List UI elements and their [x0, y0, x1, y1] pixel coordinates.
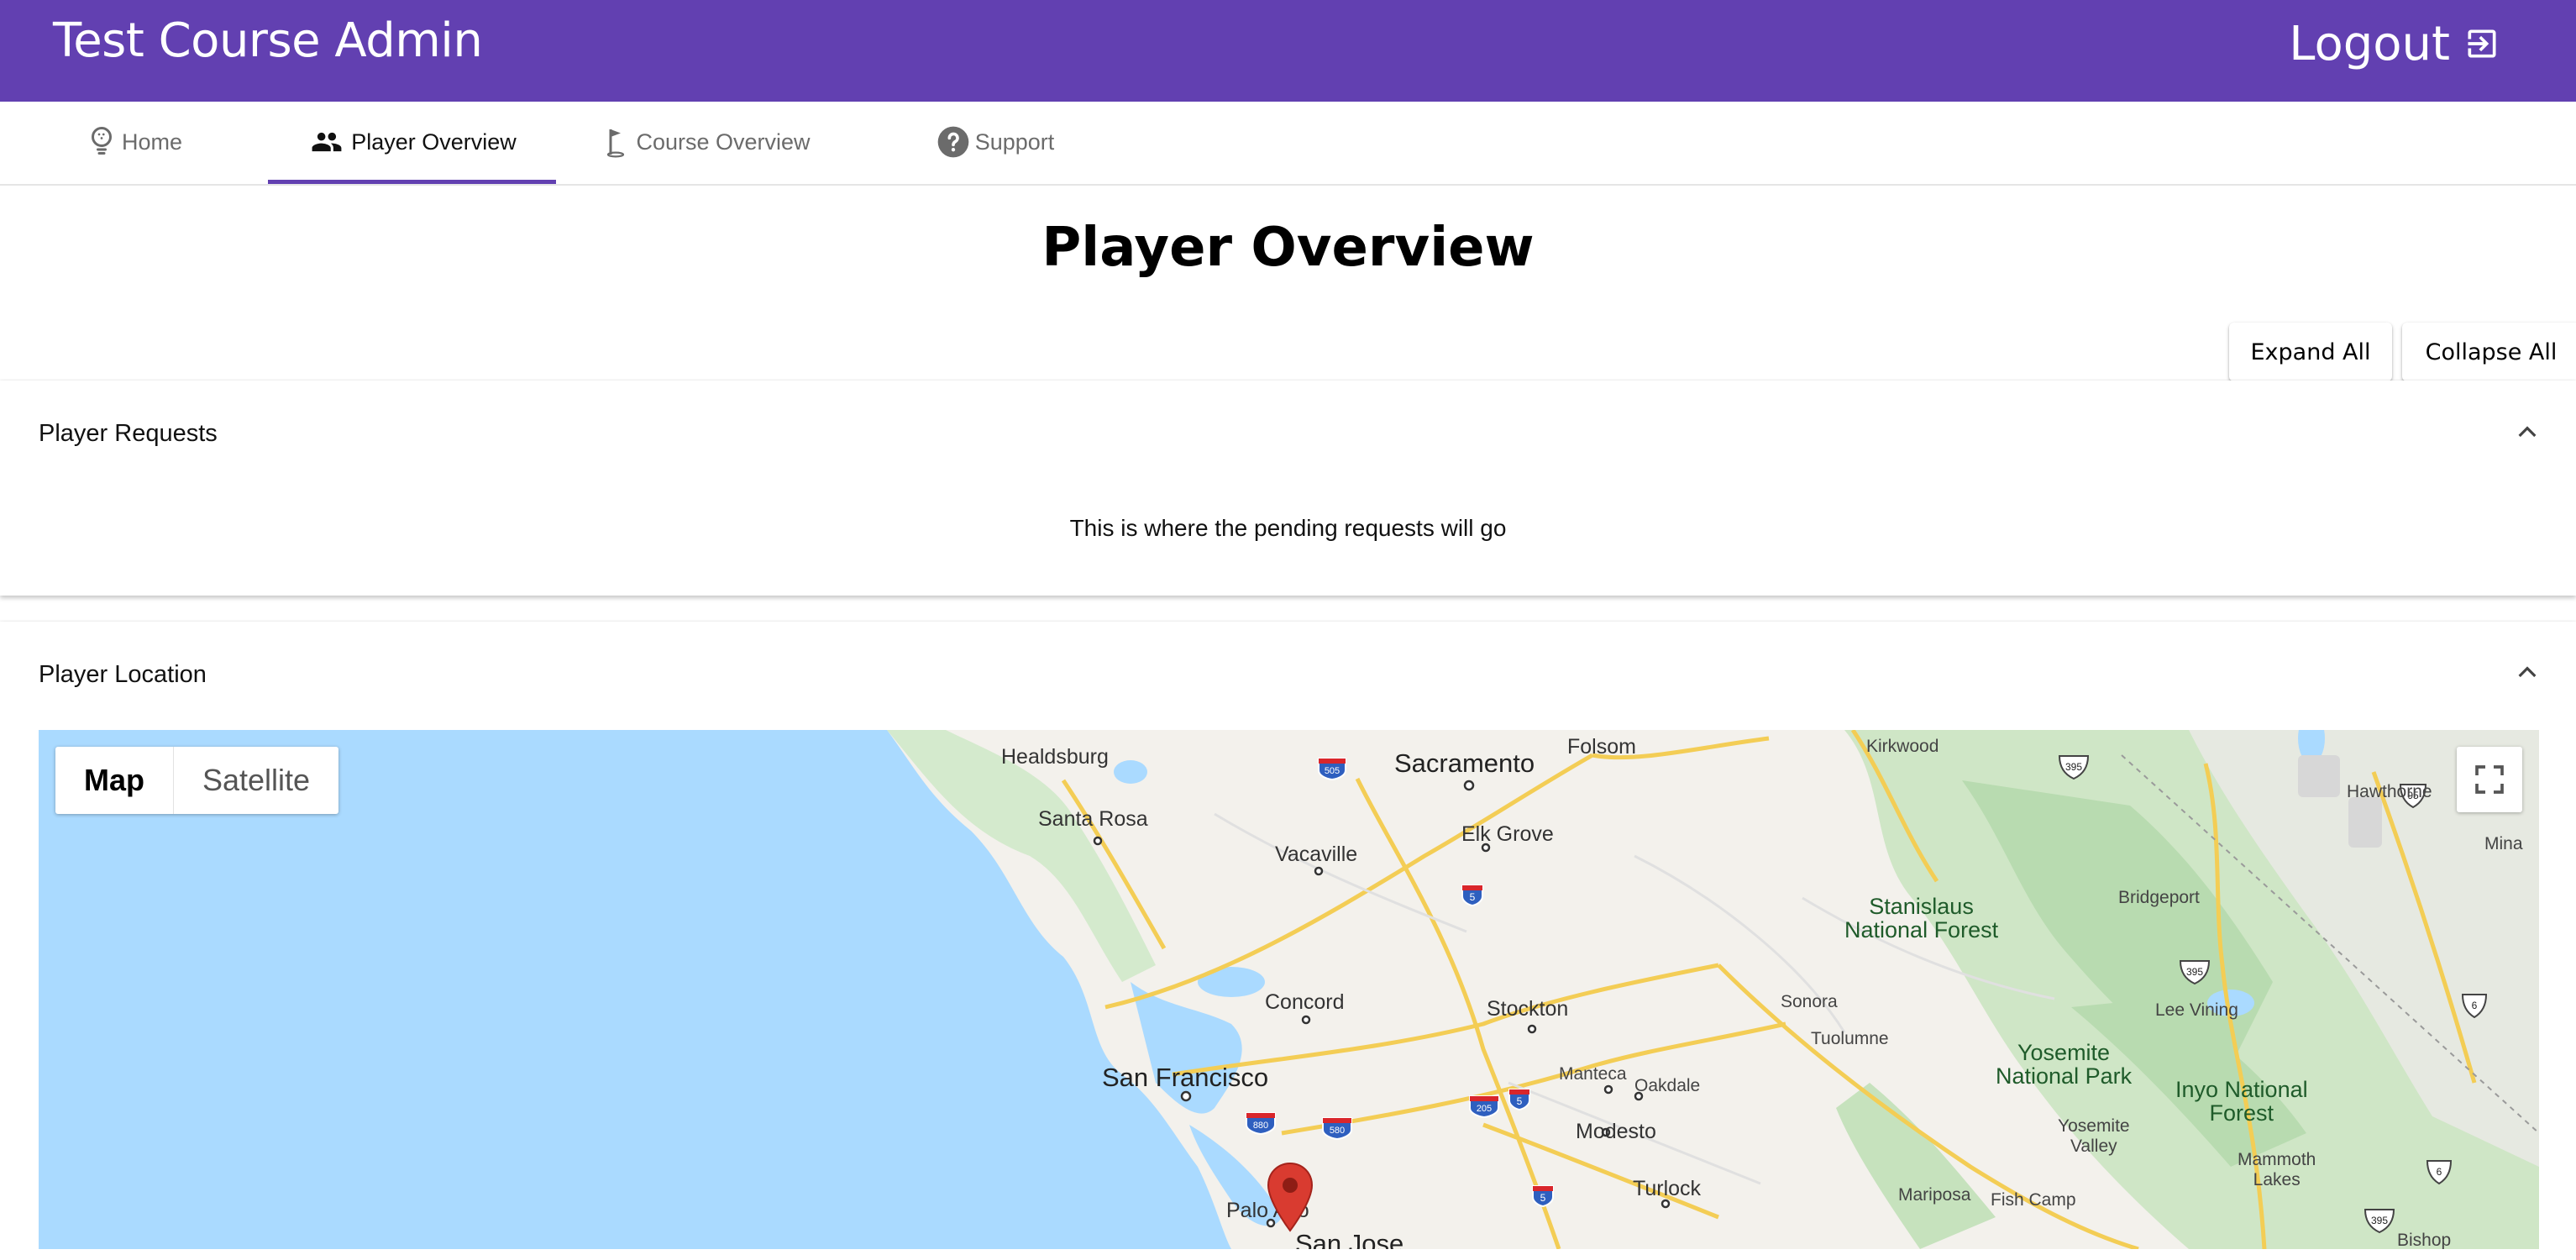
shield-505: 505	[1325, 766, 1340, 776]
map-label: Sonora	[1781, 992, 1838, 1011]
shield-205: 205	[1477, 1104, 1492, 1114]
us-route-shield-icon: 395	[2364, 1209, 2395, 1234]
map-label: Santa Rosa	[1038, 807, 1148, 831]
shield-580: 580	[1330, 1126, 1345, 1136]
logout-button[interactable]: Logout	[2289, 10, 2500, 77]
active-tab-indicator	[268, 180, 556, 184]
interstate-shield-icon: 505	[1318, 758, 1346, 780]
map-label: Mina	[2484, 834, 2523, 853]
page-title: Player Overview	[1041, 217, 1535, 279]
app-title: Test Course Admin	[53, 13, 483, 68]
interstate-shield-icon: 5	[1461, 885, 1483, 907]
map-label: Manteca	[1559, 1064, 1627, 1084]
us-route-shield-icon: 6	[2461, 994, 2488, 1019]
tab-course-overview[interactable]: Course Overview	[588, 102, 823, 182]
shield-880: 880	[1253, 1121, 1268, 1131]
player-requests-panel: Player Requests This is where the pendin…	[0, 381, 2576, 596]
tab-home-label: Home	[121, 129, 183, 155]
map-label: Bishop	[2397, 1231, 2452, 1249]
interstate-shield-icon: 880	[1246, 1112, 1276, 1135]
tab-player-overview[interactable]: Player Overview	[268, 102, 556, 184]
help-circle-icon	[937, 126, 969, 158]
shield-395b: 395	[2186, 966, 2203, 978]
tab-support[interactable]: Support	[916, 102, 1075, 182]
player-requests-header[interactable]: Player Requests	[39, 420, 218, 448]
shield-5b: 5	[1517, 1095, 1523, 1107]
map-label: Tuolumne	[1811, 1029, 1889, 1048]
tab-course-overview-label: Course Overview	[636, 129, 811, 155]
requests-message: This is where the pending requests will …	[1069, 515, 1507, 541]
location-pin-icon[interactable]	[1267, 1162, 1314, 1232]
map-type-map-button[interactable]: Map	[55, 747, 174, 814]
shield-6b: 6	[2437, 1166, 2442, 1178]
us-route-shield-icon: 395	[2058, 755, 2090, 780]
fullscreen-button[interactable]	[2457, 747, 2522, 812]
map-label: Sacramento	[1394, 748, 1535, 778]
people-icon	[312, 132, 342, 152]
tab-home[interactable]: Home	[59, 102, 210, 182]
map-label: Lee Vining	[2155, 1000, 2238, 1020]
map-label: Bridgeport	[2118, 888, 2200, 907]
map-label: Kirkwood	[1866, 737, 1939, 756]
shield-6: 6	[2472, 1000, 2478, 1011]
golf-ball-icon	[91, 127, 112, 155]
map-label: Yosemite Valley	[2058, 1116, 2130, 1156]
chevron-up-icon[interactable]	[2514, 419, 2541, 446]
us-route-shield-icon: 395	[2179, 960, 2211, 985]
map-label: Fish Camp	[1991, 1190, 2076, 1210]
map-type-control: Map Satellite	[55, 747, 339, 814]
map-label: Hawthorne	[2347, 782, 2432, 801]
map-label: Vacaville	[1275, 843, 1358, 866]
expand-all-button[interactable]: Expand All	[2229, 323, 2392, 381]
chevron-up-icon[interactable]	[2514, 659, 2541, 686]
map-label: San Francisco	[1102, 1063, 1269, 1092]
shield-395: 395	[2065, 761, 2082, 773]
nav-tabs: Home Player Overview Course Overview Sup…	[0, 102, 2576, 186]
map-label: Modesto	[1576, 1120, 1656, 1143]
map-label: Inyo National Forest	[2175, 1077, 2308, 1126]
player-location-map[interactable]: 505 5 205 5 880 580 5 395 95 395 6 6 395…	[39, 730, 2539, 1249]
map-label: Oakdale	[1634, 1076, 1701, 1095]
map-label: Healdsburg	[1001, 745, 1109, 769]
tab-support-label: Support	[974, 129, 1055, 155]
shield-395c: 395	[2371, 1215, 2388, 1226]
map-label: Elk Grove	[1461, 822, 1554, 846]
map-type-satellite-button[interactable]: Satellite	[174, 747, 338, 814]
interstate-shield-icon: 580	[1322, 1117, 1352, 1140]
player-location-header[interactable]: Player Location	[39, 661, 207, 689]
logout-icon	[2468, 29, 2496, 58]
map-label: Folsom	[1567, 735, 1636, 759]
map-label: Concord	[1265, 990, 1345, 1014]
tab-player-overview-label: Player Overview	[351, 129, 517, 155]
logout-label: Logout	[2289, 16, 2450, 71]
interstate-shield-icon: 5	[1532, 1185, 1554, 1208]
map-label: Yosemite National Park	[1996, 1040, 2133, 1089]
fullscreen-icon	[2475, 765, 2504, 794]
interstate-shield-icon: 205	[1469, 1095, 1499, 1118]
golf-flag-icon	[607, 129, 625, 158]
us-route-shield-icon: 6	[2426, 1160, 2453, 1185]
map-label: Mammoth Lakes	[2238, 1150, 2316, 1189]
app-bar: Test Course Admin Logout	[0, 0, 2576, 102]
map-label: Stockton	[1487, 997, 1569, 1021]
interstate-shield-icon: 5	[1508, 1089, 1530, 1111]
map-label: Turlock	[1633, 1177, 1702, 1200]
collapse-all-button[interactable]: Collapse All	[2402, 323, 2576, 381]
map-label: Mariposa	[1898, 1185, 1971, 1205]
map-label: Stanislaus National Forest	[1844, 894, 1999, 942]
shield-5c: 5	[1540, 1192, 1546, 1204]
shield-5: 5	[1470, 891, 1476, 903]
